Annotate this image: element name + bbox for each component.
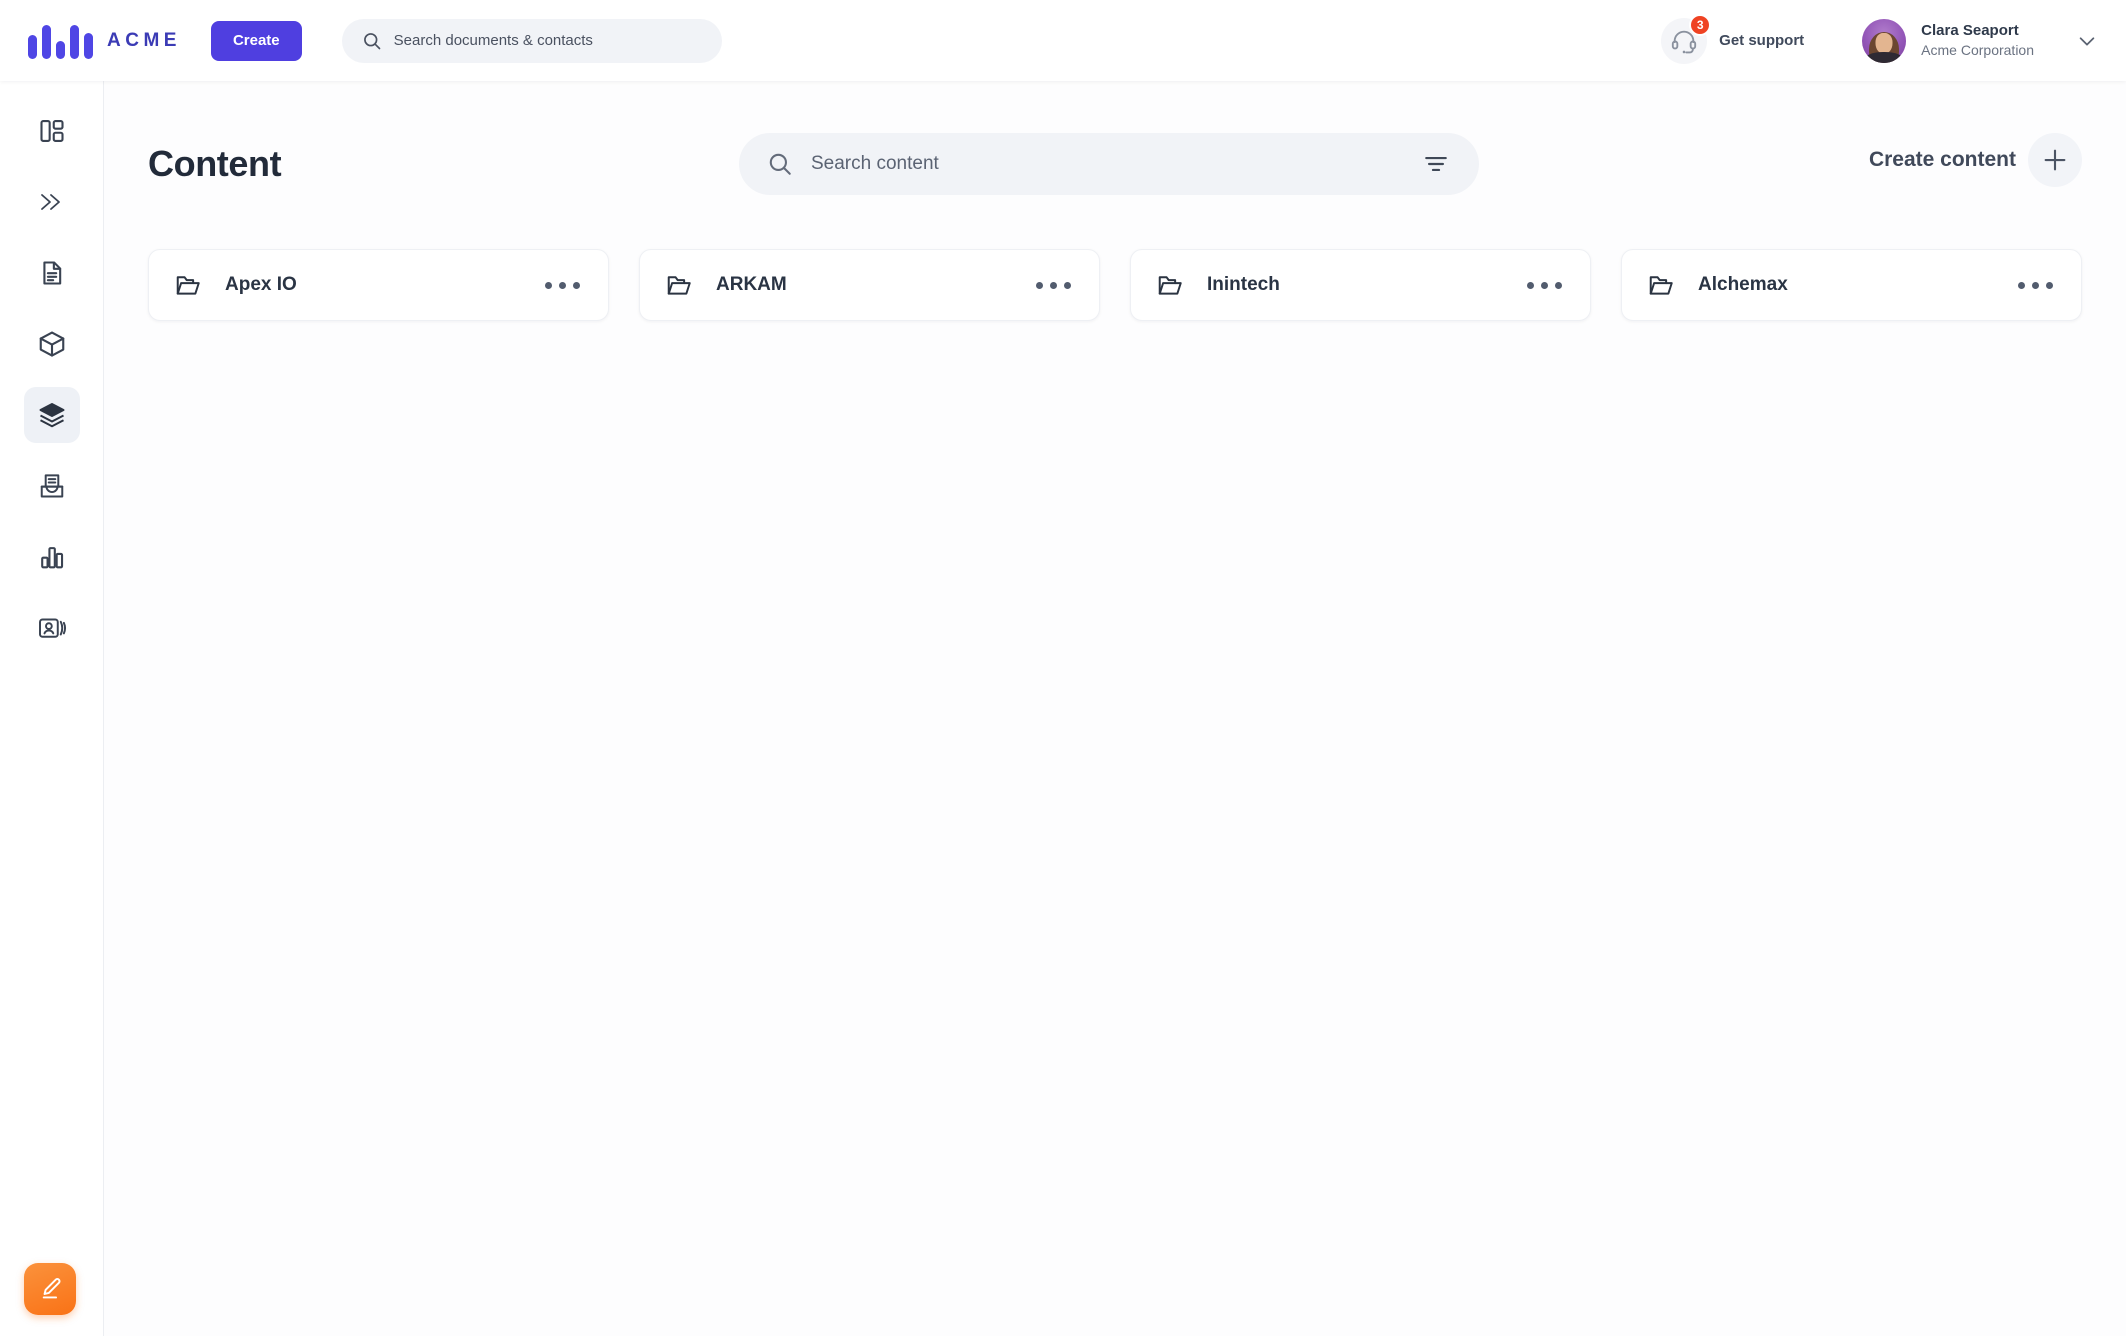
sidebar-item-products[interactable]	[24, 316, 80, 372]
cube-box-icon	[39, 331, 64, 357]
chevron-down-icon[interactable]	[2070, 24, 2104, 58]
user-organization: Acme Corporation	[1921, 42, 2034, 59]
create-button[interactable]: Create	[210, 20, 302, 61]
folder-name: Alchemax	[1698, 274, 1788, 295]
folder-name: Apex IO	[225, 274, 297, 295]
sidebar-item-pipelines[interactable]	[24, 174, 80, 230]
plus-icon	[2028, 133, 2082, 187]
user-meta: Clara Seaport Acme Corporation	[1921, 21, 2034, 59]
filter-lines-icon	[1425, 156, 1447, 172]
layers-stack-icon	[39, 403, 64, 428]
sidebar-item-analytics[interactable]	[24, 529, 80, 585]
brand-logo[interactable]: ACME	[28, 23, 181, 59]
compose-button[interactable]	[24, 1263, 76, 1315]
global-search-box[interactable]	[341, 18, 722, 63]
user-name: Clara Seaport	[1921, 22, 2019, 40]
open-folder-icon	[1155, 271, 1185, 299]
user-menu[interactable]: Clara Seaport Acme Corporation	[1862, 18, 2034, 63]
page-header: Content Create content	[148, 133, 2082, 195]
inbox-tray-icon	[40, 474, 63, 498]
main-content-area: Content Create content	[104, 81, 2126, 1336]
folder-card[interactable]: ARKAM	[639, 249, 1100, 321]
sidebar-item-inbox[interactable]	[24, 458, 80, 514]
folder-name: ARKAM	[716, 274, 787, 295]
folder-card[interactable]: Inintech	[1130, 249, 1591, 321]
content-search-box[interactable]	[739, 133, 1479, 195]
pencil-edit-icon	[42, 1278, 61, 1299]
open-folder-icon	[664, 271, 694, 299]
topbar-right-cluster: 3 Get support Clara Seaport Acme Corpora…	[1651, 12, 2126, 70]
global-search-input[interactable]	[393, 32, 702, 49]
content-search-input[interactable]	[811, 153, 1401, 175]
left-sidebar	[0, 81, 104, 1336]
filter-button[interactable]	[1419, 147, 1453, 181]
get-support-button[interactable]: 3 Get support	[1651, 12, 1814, 70]
sidebar-nav-list	[0, 81, 103, 656]
dashboard-layout-icon	[39, 120, 64, 142]
bar-chart-icon	[40, 547, 63, 569]
more-horizontal-icon[interactable]	[1034, 274, 1073, 297]
sidebar-item-dashboard[interactable]	[24, 103, 80, 159]
search-icon	[362, 31, 382, 51]
open-folder-icon	[1646, 271, 1676, 299]
get-support-label: Get support	[1719, 32, 1805, 49]
sidebar-item-content[interactable]	[23, 387, 80, 443]
more-horizontal-icon[interactable]	[2016, 274, 2055, 297]
create-content-button[interactable]: Create content	[1869, 133, 2082, 187]
document-icon	[42, 261, 61, 285]
app-root: ACME Create Search documents & contacts …	[0, 0, 2126, 1336]
more-horizontal-icon[interactable]	[1525, 274, 1564, 297]
page-title: Content	[148, 143, 282, 184]
headset-icon: 3	[1661, 13, 1712, 64]
acme-bars-logo-icon	[28, 23, 93, 59]
avatar	[1862, 18, 1907, 63]
brand-name: ACME	[107, 29, 181, 51]
double-chevron-right-icon	[40, 194, 60, 210]
open-folder-icon	[173, 271, 203, 299]
folder-card[interactable]: Alchemax	[1621, 249, 2082, 321]
folder-card[interactable]: Apex IO	[148, 249, 609, 321]
support-badge: 3	[1689, 13, 1712, 36]
contact-card-icon	[38, 618, 66, 638]
sidebar-item-contacts[interactable]	[24, 600, 80, 656]
search-icon	[767, 151, 793, 177]
sidebar-item-documents[interactable]	[24, 245, 80, 301]
folder-name: Inintech	[1207, 274, 1280, 295]
more-horizontal-icon[interactable]	[543, 274, 582, 297]
top-navigation-bar: ACME Create Search documents & contacts …	[0, 0, 2126, 81]
folder-card-grid: Apex IO ARKAM Inintech Alchemax	[148, 249, 2082, 321]
create-content-label: Create content	[1868, 148, 2016, 171]
